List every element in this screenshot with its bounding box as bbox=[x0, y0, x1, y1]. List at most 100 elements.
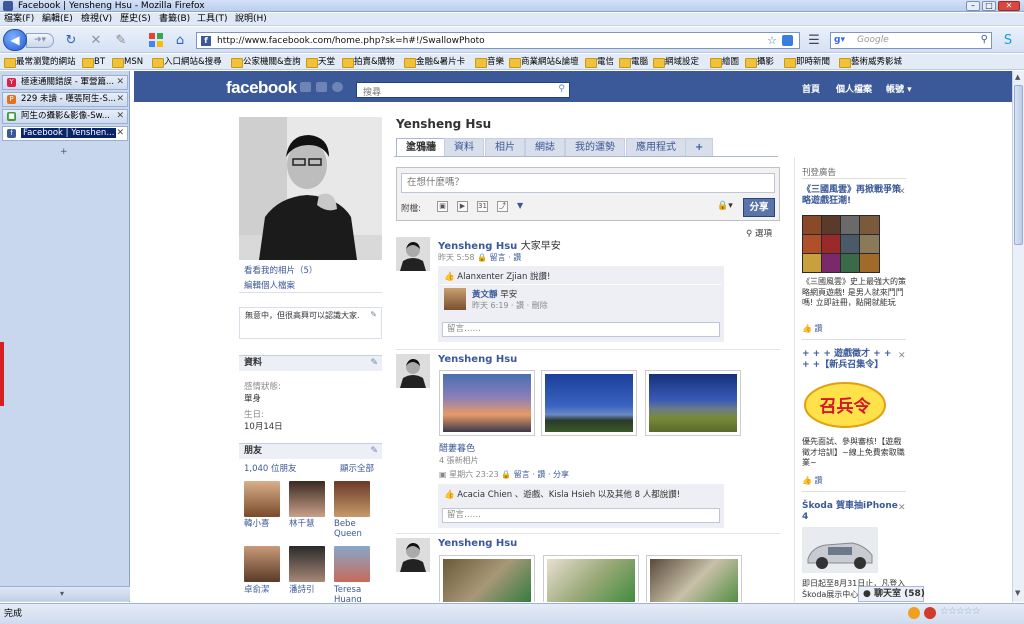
album-photo[interactable] bbox=[439, 370, 535, 436]
skype-icon[interactable]: S bbox=[1000, 33, 1016, 49]
facebook-search-input[interactable]: 搜尋 ⚲ bbox=[356, 82, 570, 98]
addon-status-icon[interactable] bbox=[924, 607, 936, 619]
tab-notes[interactable]: 網誌 bbox=[525, 138, 565, 157]
more-attach-icon[interactable]: ▼ bbox=[517, 201, 523, 210]
close-icon[interactable]: ✕ bbox=[898, 351, 906, 361]
tab-photos[interactable]: 相片 bbox=[485, 138, 525, 157]
friend-photo[interactable] bbox=[244, 546, 280, 582]
comment-input[interactable]: 留言…… bbox=[442, 322, 720, 337]
bookmark-item[interactable]: 金融&暑片卡 bbox=[404, 54, 465, 70]
comment-meta[interactable]: 昨天 6:19 · 讚 · 刪除 bbox=[472, 300, 548, 311]
tab-item[interactable]: Y 極速通關錯誤 - 軍營篇... ✕ bbox=[2, 75, 128, 90]
bookmark-item[interactable]: 電腦 bbox=[619, 54, 648, 70]
album-title[interactable]: 醋蔞暮色 bbox=[439, 441, 475, 454]
post-author[interactable]: Yensheng Hsu bbox=[438, 538, 517, 549]
bookmark-star-icon[interactable]: ☆ bbox=[767, 34, 777, 47]
ad-title[interactable]: Škoda 賀車抽iPhone 4 bbox=[802, 501, 902, 523]
bookmark-item[interactable]: 入口網站&搜尋 bbox=[152, 54, 222, 70]
url-text[interactable]: http://www.facebook.com/home.php?sk=h#!/… bbox=[217, 35, 485, 47]
event-attach-icon[interactable]: 31 bbox=[477, 201, 488, 212]
ads-title[interactable]: 刊登廣告 bbox=[802, 166, 836, 178]
menu-history[interactable]: 歷史(S) bbox=[120, 13, 151, 26]
ad-image[interactable] bbox=[802, 215, 880, 273]
bookmark-item[interactable]: MSN bbox=[112, 54, 143, 70]
menu-bookmarks[interactable]: 書籤(B) bbox=[159, 13, 190, 26]
bookmark-item[interactable]: 音樂 bbox=[475, 54, 504, 70]
friends-show-all-link[interactable]: 顯示全部 bbox=[340, 462, 374, 474]
menu-tools[interactable]: 工具(T) bbox=[197, 13, 228, 26]
view-photos-link[interactable]: 看看我的相片（5） bbox=[244, 264, 317, 276]
ad-image[interactable]: 召兵令 bbox=[802, 375, 888, 431]
nav-account[interactable]: 帳號 ▾ bbox=[886, 82, 912, 95]
tab-close-icon[interactable]: ✕ bbox=[116, 93, 124, 106]
friend-name[interactable]: 潘詩引 bbox=[289, 585, 333, 595]
nav-home[interactable]: 首頁 bbox=[802, 82, 820, 95]
friend-photo[interactable] bbox=[289, 481, 325, 517]
album-photo[interactable] bbox=[439, 555, 535, 602]
close-icon[interactable]: ✕ bbox=[898, 187, 906, 197]
feed-icon[interactable] bbox=[782, 35, 793, 46]
notifications-icon[interactable] bbox=[332, 82, 343, 92]
friend-name[interactable]: 林千慧 bbox=[289, 519, 333, 529]
ad-like[interactable]: 👍 讚 bbox=[802, 323, 823, 334]
bookmark-item[interactable]: 拍賣&購物 bbox=[342, 54, 395, 70]
avatar[interactable] bbox=[396, 354, 430, 388]
bookmark-item[interactable]: 攝影 bbox=[745, 54, 774, 70]
side-handle[interactable] bbox=[0, 342, 4, 406]
forward-button[interactable]: ➜▾ bbox=[26, 33, 54, 48]
post-actions[interactable]: 留言 · 讚 bbox=[490, 253, 522, 262]
search-icon[interactable]: ⚲ bbox=[558, 84, 565, 94]
menu-help[interactable]: 說明(H) bbox=[235, 13, 267, 26]
post-actions[interactable]: 留言 · 讚 · 分享 bbox=[514, 470, 569, 479]
bookmark-item[interactable]: 最常瀏覽的網站 bbox=[4, 54, 76, 70]
stop-icon[interactable]: ✕ bbox=[88, 33, 104, 49]
tab-wall[interactable]: 塗鴉牆 bbox=[396, 138, 446, 157]
photo-attach-icon[interactable]: ▣ bbox=[437, 201, 448, 212]
chat-button[interactable]: ● 聊天室 (58) bbox=[858, 586, 925, 602]
tab-close-icon[interactable]: ✕ bbox=[116, 76, 124, 89]
ad-title[interactable]: 《三國風雲》再掀戰爭策略遊戲狂潮! bbox=[802, 185, 902, 207]
bookmark-item[interactable]: 公家機關&查詢 bbox=[231, 54, 301, 70]
tab-info[interactable]: 資料 bbox=[444, 138, 484, 157]
google-engine-icon[interactable]: g▾ bbox=[834, 35, 852, 46]
friend-photo[interactable] bbox=[289, 546, 325, 582]
avatar[interactable] bbox=[444, 288, 466, 310]
bookmark-item[interactable]: BT bbox=[82, 54, 105, 70]
url-bar[interactable]: f http://www.facebook.com/home.php?sk=h#… bbox=[196, 32, 800, 49]
post-author[interactable]: Yensheng Hsu bbox=[438, 354, 517, 365]
page-menu-icon[interactable]: ☰ bbox=[806, 33, 822, 49]
tab-close-icon[interactable]: ✕ bbox=[116, 127, 124, 140]
maximize-button[interactable]: □ bbox=[982, 1, 996, 11]
tab-close-icon[interactable]: ✕ bbox=[116, 110, 124, 123]
privacy-lock-icon[interactable]: 🔒▾ bbox=[717, 201, 733, 211]
ad-image[interactable] bbox=[802, 527, 878, 573]
menu-view[interactable]: 檢視(V) bbox=[81, 13, 112, 26]
profile-picture[interactable] bbox=[239, 117, 382, 260]
bookmark-item[interactable]: 天堂 bbox=[306, 54, 335, 70]
bookmark-item[interactable]: 繪圖 bbox=[710, 54, 739, 70]
video-attach-icon[interactable]: ▶ bbox=[457, 201, 468, 212]
addon-status-icon[interactable] bbox=[908, 607, 920, 619]
messages-icon[interactable] bbox=[316, 82, 327, 92]
search-placeholder[interactable]: Google bbox=[857, 35, 889, 45]
scrollbar-thumb[interactable] bbox=[1014, 85, 1023, 245]
tab-horoscope[interactable]: 我的運勢 bbox=[565, 138, 625, 157]
bookmark-item[interactable]: 藝術威秀影城 bbox=[839, 54, 902, 70]
bio-box[interactable]: 無意中，但很高興可以認識大家. ✎ bbox=[239, 307, 382, 339]
edit-profile-link[interactable]: 編輯個人檔案 bbox=[244, 279, 295, 291]
tab-item[interactable]: ■ 阿生の攝影&影像-Sw... ✕ bbox=[2, 109, 128, 124]
bookmark-item[interactable]: 電信 bbox=[585, 54, 614, 70]
tools-icon[interactable]: ✎ bbox=[113, 33, 129, 49]
album-photo[interactable] bbox=[541, 370, 637, 436]
reload-icon[interactable]: ↻ bbox=[63, 33, 79, 49]
tab-item-active[interactable]: f Facebook | Yenshen... ✕ bbox=[2, 126, 128, 141]
addons-icon[interactable] bbox=[148, 33, 164, 49]
menu-file[interactable]: 檔案(F) bbox=[4, 13, 34, 26]
bookmark-item[interactable]: 商業網站&論壇 bbox=[509, 54, 579, 70]
link-attach-icon[interactable]: ⤴ bbox=[497, 201, 508, 212]
sidebar-scroll[interactable]: ▾ bbox=[0, 586, 130, 601]
page-scrollbar[interactable]: ▲ ▼ bbox=[1012, 71, 1024, 602]
pencil-icon[interactable]: ✎ bbox=[370, 310, 377, 320]
friend-name[interactable]: Teresa Huang bbox=[334, 585, 378, 602]
ad-like[interactable]: 👍 讚 bbox=[802, 475, 823, 486]
